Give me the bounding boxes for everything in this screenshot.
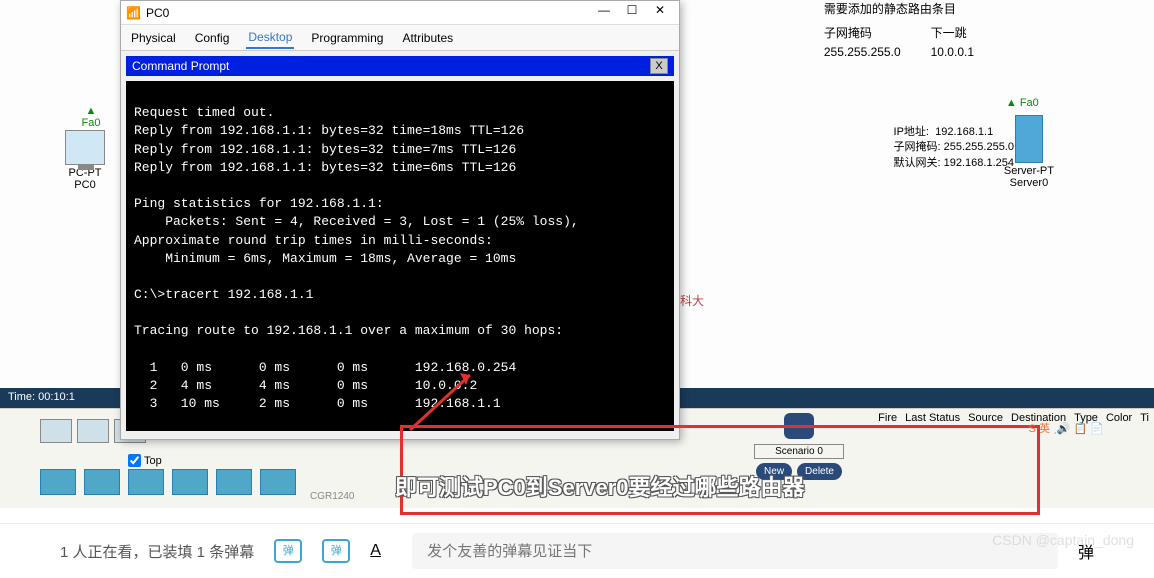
danmu-settings-icon[interactable]: 弹: [322, 539, 350, 563]
tab-config[interactable]: Config: [193, 28, 232, 48]
danmu-input[interactable]: [412, 533, 1058, 569]
device-model-btn[interactable]: [84, 469, 120, 495]
device-model-label: CGR1240: [310, 491, 354, 502]
top-checkbox[interactable]: [128, 454, 141, 467]
device-category-btn[interactable]: [40, 419, 72, 443]
simulation-headers: Fire Last Status Source Destination Type…: [878, 412, 1149, 424]
scenario-icon[interactable]: [784, 413, 814, 439]
route-table: 需要添加的静态路由条目 子网掩码下一跳 255.255.255.010.0.0.…: [824, 0, 1004, 61]
server-icon: [1015, 115, 1043, 163]
viewer-count: 1 人正在看，已装填 1 条弹幕: [60, 541, 254, 562]
tab-desktop[interactable]: Desktop: [246, 27, 294, 49]
server-id-label: Server0: [1004, 177, 1054, 189]
video-subtitle: 即可测试PC0到Server0要经过哪些路由器: [395, 470, 805, 502]
top-checkbox-row[interactable]: Top: [128, 454, 162, 467]
csdn-watermark: CSDN @captain_dong: [992, 532, 1134, 548]
scenario-dropdown[interactable]: Scenario 0: [754, 444, 844, 459]
command-prompt-header: Command Prompt X: [126, 56, 674, 76]
tab-physical[interactable]: Physical: [129, 28, 178, 48]
pc-icon: [65, 130, 105, 165]
window-titlebar[interactable]: 📶 PC0 — ☐ ✕: [121, 1, 679, 25]
cmd-title: Command Prompt: [132, 59, 229, 73]
device-model-btn[interactable]: [128, 469, 164, 495]
ime-indicator[interactable]: S 英 ˏ🔊 📋 📄: [1029, 420, 1104, 436]
tab-attributes[interactable]: Attributes: [400, 28, 455, 48]
cmd-close-button[interactable]: X: [650, 58, 668, 74]
device-model-btn[interactable]: [40, 469, 76, 495]
close-button[interactable]: ✕: [646, 3, 674, 23]
maximize-button[interactable]: ☐: [618, 3, 646, 23]
device-model-btn[interactable]: [172, 469, 208, 495]
server-interface-label: Fa0: [1020, 97, 1039, 109]
danmu-toggle-icon[interactable]: 弹: [274, 539, 302, 563]
device-model-btn[interactable]: [216, 469, 252, 495]
ip-info-box: IP地址: 192.168.1.1 子网掩码: 255.255.255.0 默认…: [894, 125, 1014, 171]
minimize-button[interactable]: —: [590, 3, 618, 23]
video-control-bar: 1 人正在看，已装填 1 条弹幕 弹 弹 A 弹: [0, 523, 1154, 578]
device-category-btn[interactable]: [77, 419, 109, 443]
pc-device[interactable]: ▲ Fa0 PC-PT PC0: [65, 130, 105, 191]
pc-id-label: PC0: [65, 179, 105, 191]
danmu-style-button[interactable]: A: [370, 542, 392, 560]
tab-programming[interactable]: Programming: [309, 28, 385, 48]
annotation-arrow: [400, 365, 480, 445]
window-title: PC0: [146, 6, 590, 20]
pc-interface-label: Fa0: [82, 117, 101, 129]
device-palette-2: [40, 469, 296, 495]
window-tabs: Physical Config Desktop Programming Attr…: [121, 25, 679, 51]
device-model-btn[interactable]: [260, 469, 296, 495]
